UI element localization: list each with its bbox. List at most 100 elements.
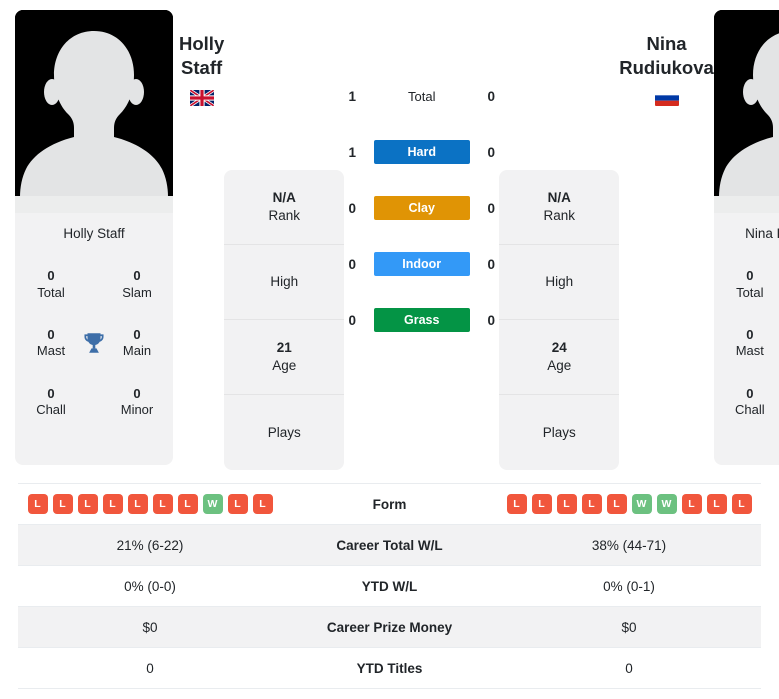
right-rank-value: N/A <box>547 190 571 206</box>
left-player-identity: Holly Staff <box>173 10 224 474</box>
value: 0 <box>746 326 754 342</box>
left-info-card: N/A Rank High 21 Age Plays <box>224 170 345 470</box>
left-photo-caption: Holly Staff <box>63 226 125 241</box>
right-title-mast: 0 Mast <box>724 327 776 360</box>
right-age-row: 24 Age <box>499 320 620 395</box>
right-form-badge[interactable]: L <box>506 494 527 514</box>
h2h-indoor-badge[interactable]: Indoor <box>373 252 470 276</box>
left-title-mast: 0 Mast <box>25 327 77 360</box>
right-ytd-titles: 0 <box>625 660 633 676</box>
h2h-total-left-score: 1 <box>348 88 356 104</box>
left-age-label: Age <box>272 358 297 373</box>
russia-flag-icon <box>654 90 679 107</box>
left-rank-value: N/A <box>272 190 296 206</box>
left-titles-grid: 0 Total 0 Slam 0 Mast 0 Main 0 Chall 0 M… <box>15 253 173 441</box>
right-form-badge[interactable]: L <box>681 494 702 514</box>
right-player-photo-card[interactable]: Nina Rudiukova 0 Total 0 Slam 0 Mast <box>713 10 779 465</box>
h2h-indoor-left-score: 0 <box>348 256 356 272</box>
table-row-form: LLLLLLLWLL Form LLLLLWWLLL <box>18 484 761 525</box>
label: Mast <box>735 343 764 359</box>
left-high-row: High <box>224 245 345 320</box>
row-label-career-prize-money: Career Prize Money <box>326 619 453 635</box>
table-row-ytd-wl: 0% (0-0) YTD W/L 0% (0-1) <box>18 566 761 607</box>
h2h-clay-left-score: 0 <box>348 200 356 216</box>
row-label-ytd-titles: YTD Titles <box>356 660 423 676</box>
h2h-clay-badge[interactable]: Clay <box>373 196 470 220</box>
right-form-badge[interactable]: L <box>556 494 577 514</box>
right-ytd-wl: 0% (0-1) <box>603 578 655 594</box>
h2h-grass-right-score: 0 <box>487 312 495 328</box>
trophy-icon <box>77 330 111 356</box>
row-label-career-total-wl: Career Total W/L <box>336 537 443 553</box>
left-player-photo-card[interactable]: Holly Staff 0 Total 0 Slam 0 Mast 0 Main… <box>15 10 173 465</box>
left-form-badge[interactable]: L <box>252 494 273 514</box>
left-form-cell: LLLLLLLWLL <box>18 494 282 514</box>
left-form-badge[interactable]: L <box>127 494 148 514</box>
right-form-badge[interactable]: W <box>656 494 677 514</box>
left-career-prize-money: $0 <box>142 619 158 635</box>
h2h-row-indoor: 0 Indoor 0 <box>344 236 499 292</box>
left-form-strip: LLLLLLLWLL <box>18 494 282 514</box>
row-label-form: Form <box>372 496 407 512</box>
right-info-card: N/A Rank High 24 Age Plays <box>499 170 620 470</box>
right-form-badge[interactable]: L <box>706 494 727 514</box>
value: 0 <box>47 268 55 284</box>
right-title-chall: 0 Chall <box>724 386 776 419</box>
right-plays-label: Plays <box>542 424 576 440</box>
right-titles-grid: 0 Total 0 Slam 0 Mast <box>714 253 779 441</box>
trophy-icon-svg <box>84 333 104 353</box>
person-silhouette-icon <box>15 10 173 213</box>
left-form-badge[interactable]: W <box>202 494 223 514</box>
right-form-badge[interactable]: W <box>631 494 652 514</box>
right-career-prize-money: $0 <box>621 619 637 635</box>
right-photo-caption: Nina Rudiukova <box>745 226 779 241</box>
left-form-badge[interactable]: L <box>177 494 198 514</box>
right-form-badge[interactable]: L <box>606 494 627 514</box>
label: Mast <box>36 343 66 359</box>
table-row-career-prize-money: $0 Career Prize Money $0 <box>18 607 761 648</box>
label: Chall <box>735 401 765 417</box>
left-form-badge[interactable]: L <box>102 494 123 514</box>
value: 0 <box>746 385 754 401</box>
h2h-row-total: 1 Total 0 <box>344 68 499 124</box>
player-comparison-page: Holly Staff 0 Total 0 Slam 0 Mast 0 Main… <box>0 0 779 699</box>
left-rank-label: Rank <box>268 208 300 223</box>
h2h-grass-left-score: 0 <box>348 312 356 328</box>
right-age-value: 24 <box>551 340 567 356</box>
right-form-badge[interactable]: L <box>531 494 552 514</box>
left-form-badge[interactable]: L <box>152 494 173 514</box>
h2h-row-grass: 0 Grass 0 <box>344 292 499 348</box>
right-high-label: High <box>545 274 574 290</box>
right-career-total-wl: 38% (44-71) <box>591 537 667 553</box>
h2h-grass-badge[interactable]: Grass <box>373 308 470 332</box>
left-plays-row: Plays <box>224 395 344 470</box>
value: 0 <box>133 268 141 284</box>
label: Slam <box>122 284 152 300</box>
right-form-badge[interactable]: L <box>581 494 602 514</box>
left-form-badge[interactable]: L <box>52 494 73 514</box>
label: Main <box>122 343 152 359</box>
right-rank-row: N/A Rank <box>499 170 620 245</box>
person-silhouette-icon <box>713 10 779 213</box>
right-form-badge[interactable]: L <box>731 494 752 514</box>
left-high-label: High <box>270 274 299 290</box>
united-kingdom-flag-icon <box>189 90 214 107</box>
right-form-cell: LLLLLWWLLL <box>497 494 761 514</box>
left-info-column: N/A Rank High 21 Age Plays <box>224 10 345 474</box>
left-form-badge[interactable]: L <box>77 494 98 514</box>
right-high-row: High <box>499 245 620 320</box>
table-row-ytd-titles: 0 YTD Titles 0 <box>18 648 761 689</box>
h2h-indoor-right-score: 0 <box>487 256 495 272</box>
left-title-slam: 0 Slam <box>111 268 163 301</box>
right-form-strip: LLLLLWWLLL <box>497 494 761 514</box>
left-plays-label: Plays <box>267 424 301 440</box>
left-ytd-titles: 0 <box>146 660 154 676</box>
right-rank-label: Rank <box>543 208 575 223</box>
label: Minor <box>120 401 154 417</box>
comparison-stats-table: LLLLLLLWLL Form LLLLLWWLLL 21% (6-22) Ca… <box>18 483 761 689</box>
left-form-badge[interactable]: L <box>227 494 248 514</box>
h2h-hard-badge[interactable]: Hard <box>373 140 470 164</box>
right-player-identity: Nina Rudiukova <box>619 10 714 474</box>
left-form-badge[interactable]: L <box>27 494 48 514</box>
h2h-hard-right-score: 0 <box>487 144 495 160</box>
